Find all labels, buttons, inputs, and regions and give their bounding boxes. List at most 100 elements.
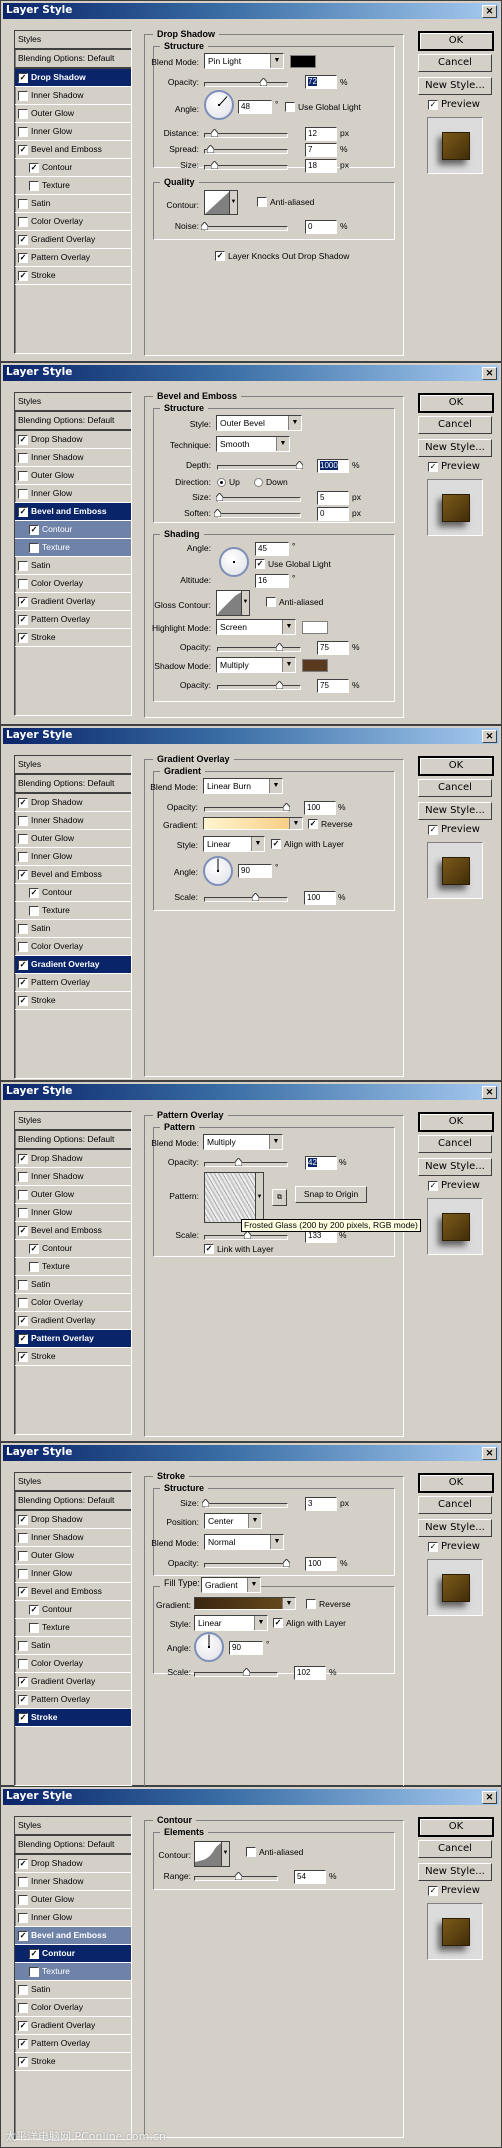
style-item-drop-shadow[interactable]: ✓ Drop Shadow (15, 69, 131, 87)
ok-button[interactable]: OK (418, 1112, 494, 1132)
checkbox-unchecked-icon[interactable] (18, 2002, 28, 2013)
angle-input[interactable]: 90 (229, 1641, 263, 1655)
style-item-bevel-and-emboss[interactable]: ✓ Bevel and Emboss (15, 866, 131, 884)
checkbox-unchecked-icon[interactable] (18, 1876, 28, 1887)
style-item-texture[interactable]: Texture (15, 902, 131, 920)
checkbox-unchecked-icon[interactable] (18, 833, 28, 844)
style-item-stroke[interactable]: ✓ Stroke (15, 267, 131, 285)
checkbox-unchecked-icon[interactable] (18, 1532, 28, 1543)
style-item-stroke[interactable]: ✓ Stroke (15, 2053, 131, 2071)
style-item-bevel-and-emboss[interactable]: ✓ Bevel and Emboss (15, 1222, 131, 1240)
size-slider[interactable] (215, 492, 301, 502)
style-item-drop-shadow[interactable]: ✓ Drop Shadow (15, 1855, 131, 1873)
size-input[interactable]: 18 (305, 159, 337, 173)
style-item-color-overlay[interactable]: Color Overlay (15, 213, 131, 231)
new-style-button[interactable]: New Style... (418, 802, 492, 820)
style-item-inner-shadow[interactable]: Inner Shadow (15, 1529, 131, 1547)
new-style-button[interactable]: New Style... (418, 1158, 492, 1176)
checkbox-checked-icon[interactable]: ✓ (18, 1225, 28, 1236)
title-bar[interactable]: Layer Style ✕ (3, 3, 499, 19)
checkbox-unchecked-icon[interactable] (18, 1912, 28, 1923)
slider-thumb[interactable] (295, 460, 304, 470)
range-input[interactable]: 54 (294, 1870, 326, 1884)
style-item-contour[interactable]: ✓ Contour (15, 1240, 131, 1258)
depth-input[interactable]: 1000 (317, 459, 349, 473)
slider-thumb[interactable] (201, 1498, 210, 1508)
highlight-color-swatch[interactable] (302, 621, 328, 634)
checkbox-checked-icon[interactable]: ✓ (18, 2056, 28, 2067)
gradient-picker[interactable]: ▼ (203, 817, 303, 830)
checkbox-unchecked-icon[interactable] (18, 1171, 28, 1182)
altitude-input[interactable]: 16 (255, 574, 289, 588)
checkbox-checked-icon[interactable]: ✓ (18, 1676, 28, 1687)
style-item-pattern-overlay[interactable]: ✓ Pattern Overlay (15, 611, 131, 629)
title-bar[interactable]: Layer Style ✕ (3, 1789, 499, 1805)
anti-aliased-checkbox[interactable]: Anti-aliased (246, 1847, 303, 1857)
close-icon[interactable]: ✕ (482, 5, 497, 18)
style-item-inner-glow[interactable]: Inner Glow (15, 485, 131, 503)
reverse-checkbox[interactable]: ✓ Reverse (308, 819, 353, 829)
size-input[interactable]: 5 (317, 491, 349, 505)
style-item-satin[interactable]: Satin (15, 1276, 131, 1294)
checkbox-unchecked-icon[interactable] (18, 108, 28, 119)
layer-knocks-out-checkbox[interactable]: ✓ Layer Knocks Out Drop Shadow (215, 251, 349, 261)
angle-dial[interactable] (194, 1632, 224, 1662)
style-item-contour[interactable]: ✓ Contour (15, 521, 131, 539)
scale-slider[interactable] (204, 892, 288, 902)
style-item-inner-shadow[interactable]: Inner Shadow (15, 449, 131, 467)
scale-slider[interactable] (204, 1230, 288, 1240)
cancel-button[interactable]: Cancel (418, 54, 492, 72)
preview-checkbox[interactable]: ✓ Preview (428, 824, 480, 835)
cancel-button[interactable]: Cancel (418, 779, 492, 797)
styles-header[interactable]: Styles (15, 31, 131, 50)
style-item-gradient-overlay[interactable]: ✓ Gradient Overlay (15, 593, 131, 611)
checkbox-unchecked-icon[interactable] (18, 488, 28, 499)
gloss-contour-picker[interactable]: ▼ (216, 590, 250, 616)
scale-input[interactable]: 102 (294, 1666, 326, 1680)
style-item-gradient-overlay[interactable]: ✓ Gradient Overlay (15, 1673, 131, 1691)
style-item-outer-glow[interactable]: Outer Glow (15, 830, 131, 848)
angle-input[interactable]: 90 (238, 864, 272, 878)
style-item-contour[interactable]: ✓ Contour (15, 1945, 131, 1963)
style-item-drop-shadow[interactable]: ✓ Drop Shadow (15, 1150, 131, 1168)
style-item-gradient-overlay[interactable]: ✓ Gradient Overlay (15, 2017, 131, 2035)
style-item-pattern-overlay[interactable]: ✓ Pattern Overlay (15, 2035, 131, 2053)
checkbox-checked-icon[interactable]: ✓ (29, 887, 39, 898)
angle-input[interactable]: 48 (238, 100, 272, 114)
slider-thumb[interactable] (234, 1871, 243, 1881)
style-item-bevel-and-emboss[interactable]: ✓ Bevel and Emboss (15, 1583, 131, 1601)
shadow-opacity-slider[interactable] (217, 680, 301, 690)
checkbox-unchecked-icon[interactable] (18, 578, 28, 589)
checkbox-unchecked-icon[interactable] (18, 1894, 28, 1905)
new-style-button[interactable]: New Style... (418, 1519, 492, 1537)
checkbox-checked-icon[interactable]: ✓ (18, 1315, 28, 1326)
slider-thumb[interactable] (213, 508, 222, 518)
style-item-inner-shadow[interactable]: Inner Shadow (15, 1873, 131, 1891)
style-item-inner-glow[interactable]: Inner Glow (15, 1565, 131, 1583)
preview-checkbox[interactable]: ✓ Preview (428, 1180, 480, 1191)
soften-slider[interactable] (213, 508, 301, 518)
checkbox-unchecked-icon[interactable] (18, 1640, 28, 1651)
size-slider[interactable] (201, 1498, 288, 1508)
style-item-texture[interactable]: Texture (15, 1258, 131, 1276)
opacity-slider[interactable] (204, 77, 288, 87)
checkbox-checked-icon[interactable]: ✓ (18, 1858, 28, 1869)
scale-slider[interactable] (194, 1667, 278, 1677)
checkbox-checked-icon[interactable]: ✓ (29, 1243, 39, 1254)
close-icon[interactable]: ✕ (482, 367, 497, 380)
blending-options-item[interactable]: Blending Options: Default (15, 1836, 131, 1855)
opacity-input[interactable]: 100 (305, 1557, 337, 1571)
ok-button[interactable]: OK (418, 393, 494, 413)
distance-input[interactable]: 12 (305, 127, 337, 141)
shadow-opacity-input[interactable]: 75 (317, 679, 349, 693)
style-item-satin[interactable]: Satin (15, 1981, 131, 1999)
blend-mode-select[interactable]: Linear Burn ▼ (203, 778, 283, 794)
style-item-drop-shadow[interactable]: ✓ Drop Shadow (15, 431, 131, 449)
ok-button[interactable]: OK (418, 1817, 494, 1837)
checkbox-checked-icon[interactable]: ✓ (18, 1514, 28, 1525)
shadow-color-swatch[interactable] (290, 55, 316, 68)
checkbox-checked-icon[interactable]: ✓ (18, 977, 28, 988)
style-item-color-overlay[interactable]: Color Overlay (15, 1999, 131, 2017)
ok-button[interactable]: OK (418, 1473, 494, 1493)
position-select[interactable]: Center ▼ (204, 1513, 262, 1529)
